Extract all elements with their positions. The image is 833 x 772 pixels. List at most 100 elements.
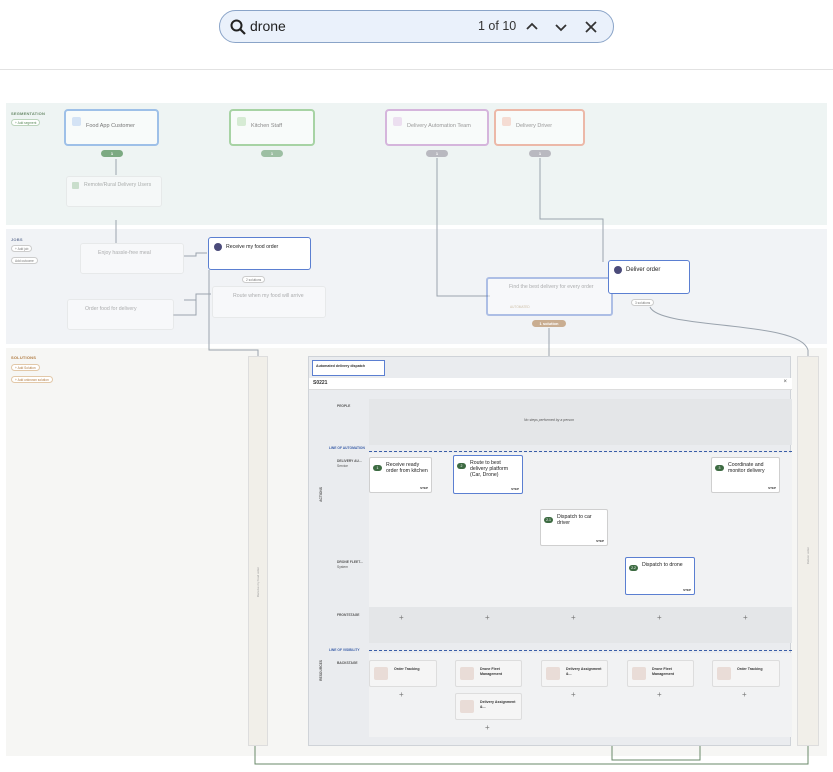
automated-tag: AUTOMATED [510, 305, 530, 309]
step-footer: STEP [511, 487, 519, 491]
solution-id: S0221 [313, 380, 328, 386]
people-lane: No steps performed by a person [369, 399, 792, 445]
persona-delivery-automation-team[interactable]: Delivery Automation Team [385, 109, 489, 146]
step-text: Dispatch to drone [642, 562, 683, 568]
system-icon [717, 667, 731, 680]
step-dispatch-car[interactable]: 2.1 Dispatch to car driver STEP [540, 509, 608, 546]
step-text: Route to best delivery platform (Car, Dr… [470, 460, 509, 478]
persona-food-app-customer[interactable]: Food App Customer [64, 109, 159, 146]
step-footer: STEP [596, 539, 604, 543]
solution-title-card[interactable]: Automated delivery dispatch [312, 360, 385, 376]
add-system-button[interactable]: + [485, 723, 490, 732]
system-drone-fleet[interactable]: Drone Fleet Management [627, 660, 694, 687]
system-icon [632, 667, 646, 680]
job-receive-food-order[interactable]: Receive my food order [208, 237, 311, 270]
persona-name: Delivery Driver [516, 123, 553, 129]
add-step-button[interactable]: + [485, 613, 490, 622]
solution-title: Automated delivery dispatch [316, 364, 366, 368]
step-footer: STEP [768, 486, 776, 490]
step-footer: STEP [683, 588, 691, 592]
persona-icon [237, 117, 246, 126]
job-enjoy-meal[interactable]: Enjoy hassle-free meal [80, 243, 184, 274]
persona-kitchen-staff[interactable]: Kitchen Staff [229, 109, 315, 146]
system-icon [460, 700, 474, 713]
system-icon [460, 667, 474, 680]
job-icon [214, 243, 222, 251]
job-find-best-delivery[interactable]: Find the best delivery for every order A… [486, 277, 613, 316]
job-solutions-count[interactable]: 1 solution [532, 320, 566, 327]
system-name: Delivery Assignment &... [480, 700, 516, 709]
persona-name: Kitchen Staff [251, 123, 283, 129]
system-name: Delivery Assignment &... [566, 667, 602, 676]
actions-label: ACTIONS [319, 487, 323, 502]
add-system-button[interactable]: + [742, 690, 747, 699]
line-of-visibility [369, 650, 792, 651]
segment-name: Remote/Rural Delivery Users [84, 182, 152, 188]
persona-icon [72, 117, 81, 126]
resources-label: RESOURCES [319, 660, 323, 681]
persona-chip[interactable]: 1 [261, 150, 283, 157]
row-label-delivery-automation: DELIVERY AU... [337, 459, 362, 463]
persona-icon [502, 117, 511, 126]
step-number: 2 [457, 463, 466, 469]
system-name: Order Tracking [394, 667, 420, 671]
row-sublabel: Service [337, 464, 348, 468]
job-solutions-count[interactable]: 2 solutions [242, 276, 266, 283]
step-number: 2.1 [544, 517, 553, 523]
row-label-backstage: BACKSTAGE [337, 661, 358, 665]
job-order-food[interactable]: Order food for delivery [67, 299, 174, 330]
step-number: 1 [373, 465, 382, 471]
persona-chip[interactable]: 1 [101, 150, 123, 157]
job-deliver-order[interactable]: Deliver order [608, 260, 690, 294]
step-text: Receive ready order from kitchen [386, 462, 428, 474]
system-name: Drone Fleet Management [480, 667, 502, 676]
step-receive-ready-order[interactable]: 1 Receive ready order from kitchen STEP [369, 457, 432, 493]
persona-delivery-driver[interactable]: Delivery Driver [494, 109, 585, 146]
segment-remote-rural[interactable]: Remote/Rural Delivery Users [66, 176, 162, 207]
add-system-button[interactable]: + [399, 690, 404, 699]
add-step-button[interactable]: + [571, 613, 576, 622]
job-route-food[interactable]: Route when my food will arrive [212, 286, 326, 318]
job-title: Receive my food order [226, 244, 279, 250]
add-system-button[interactable]: + [657, 690, 662, 699]
row-sublabel: System [337, 565, 348, 569]
solution-rail-right: Deliver order [797, 356, 819, 746]
step-dispatch-drone[interactable]: 2.2 Dispatch to drone STEP [625, 557, 695, 595]
job-title: Enjoy hassle-free meal [98, 250, 151, 256]
row-label-drone-fleet: DRONE FLEET... [337, 560, 363, 564]
persona-chip[interactable]: 1 [529, 150, 551, 157]
persona-chip[interactable]: 1 [426, 150, 448, 157]
line-of-automation [369, 451, 792, 452]
system-delivery-assignment[interactable]: Delivery Assignment &... [541, 660, 608, 687]
persona-icon [393, 117, 402, 126]
frontstage-lane [369, 607, 792, 643]
add-step-button[interactable]: + [399, 613, 404, 622]
step-coordinate-monitor[interactable]: 3 Coordinate and monitor delivery STEP [711, 457, 780, 493]
system-delivery-assignment[interactable]: Delivery Assignment &... [455, 693, 522, 720]
system-order-tracking[interactable]: Order Tracking [712, 660, 780, 687]
system-name: Drone Fleet Management [652, 667, 674, 676]
system-icon [546, 667, 560, 680]
row-label-people: PEOPLE [337, 404, 351, 408]
add-system-button[interactable]: + [571, 690, 576, 699]
row-label-frontstage: FRONTSTAGE [337, 613, 360, 617]
system-drone-fleet[interactable]: Drone Fleet Management [455, 660, 522, 687]
system-order-tracking[interactable]: Order Tracking [369, 660, 437, 687]
job-title: Order food for delivery [85, 306, 137, 312]
solution-toolbar: S0221 × [309, 378, 792, 390]
empty-lane-text: No steps performed by a person [524, 418, 574, 422]
job-title: Find the best delivery for every order [509, 284, 594, 290]
persona-name: Food App Customer [86, 123, 135, 129]
system-icon [374, 667, 388, 680]
job-solutions-count[interactable]: 3 solutions [631, 299, 655, 306]
step-route-best-platform[interactable]: 2 Route to best delivery platform (Car, … [453, 455, 523, 494]
add-step-button[interactable]: + [657, 613, 662, 622]
add-step-button[interactable]: + [743, 613, 748, 622]
segment-icon [72, 182, 79, 189]
line-of-visibility-label: LINE OF VISIBILITY [329, 648, 360, 652]
persona-name: Delivery Automation Team [407, 123, 471, 129]
rail-label: Deliver order [806, 547, 810, 565]
rail-label: Receive my food order [256, 567, 260, 598]
close-icon[interactable]: × [783, 379, 787, 385]
step-footer: STEP [420, 486, 428, 490]
